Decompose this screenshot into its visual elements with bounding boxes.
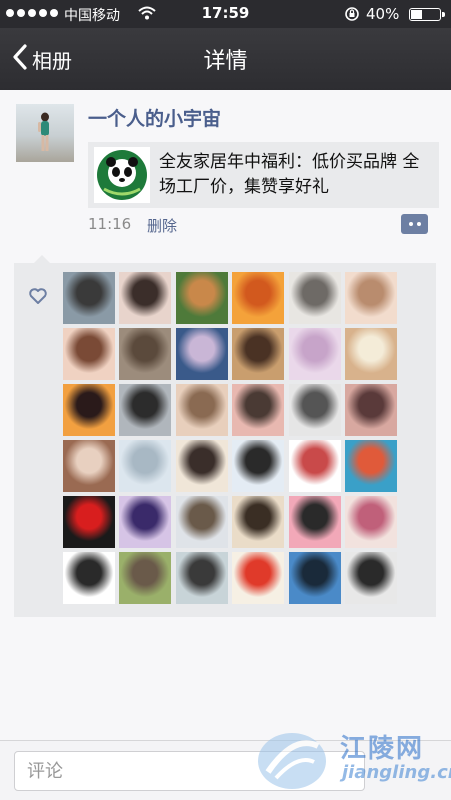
liker-avatar[interactable] [119, 440, 172, 492]
liker-avatar[interactable] [175, 384, 228, 436]
author-name[interactable]: 一个人的小宇宙 [88, 104, 221, 131]
comment-dots-icon[interactable] [401, 214, 428, 234]
liker-avatar[interactable] [232, 272, 285, 324]
liker-avatar[interactable] [344, 552, 397, 604]
liker-avatar[interactable] [63, 440, 115, 492]
panda-logo-icon [94, 147, 150, 203]
liker-avatar[interactable] [344, 496, 397, 548]
liker-avatar[interactable] [288, 328, 341, 380]
comment-input[interactable] [14, 751, 365, 791]
rotation-lock-icon [344, 6, 360, 26]
navigation-bar: 相册 详情 [0, 28, 451, 90]
liker-avatar[interactable] [344, 328, 397, 380]
comment-bar [0, 740, 451, 800]
liker-avatar[interactable] [175, 552, 228, 604]
shared-link-title: 全友家居年中福利：低价买品牌 全场工厂价，集赞享好礼 [159, 152, 420, 197]
liker-avatar[interactable] [119, 496, 172, 548]
heart-outline-icon [28, 287, 48, 309]
liker-avatar[interactable] [344, 384, 397, 436]
liker-avatar[interactable] [288, 384, 341, 436]
status-bar: 中国移动 17:59 40% [0, 0, 451, 28]
post-time: 11:16 [88, 215, 132, 233]
shared-link-card[interactable]: 全友家居年中福利：低价买品牌 全场工厂价，集赞享好礼 [88, 142, 439, 208]
likes-panel [14, 255, 436, 617]
post-detail: 一个人的小宇宙 全友家居年中福利：低价买品牌 全场工厂价，集赞享好礼 11:16… [0, 90, 451, 740]
liker-avatar[interactable] [344, 272, 397, 324]
battery-icon [409, 8, 445, 21]
liker-avatar[interactable] [232, 384, 285, 436]
liker-avatar[interactable] [175, 328, 228, 380]
liker-avatar[interactable] [232, 328, 285, 380]
liker-avatar[interactable] [344, 440, 397, 492]
liker-avatar[interactable] [175, 440, 228, 492]
liker-avatar[interactable] [119, 328, 172, 380]
liker-avatar-grid [63, 272, 397, 604]
liker-avatar[interactable] [288, 496, 341, 548]
liker-avatar[interactable] [119, 272, 172, 324]
liker-avatar[interactable] [288, 552, 341, 604]
liker-avatar[interactable] [63, 496, 115, 548]
liker-avatar[interactable] [119, 384, 172, 436]
back-button[interactable]: 相册 [12, 43, 72, 75]
author-avatar[interactable] [16, 104, 74, 162]
liker-avatar[interactable] [63, 328, 115, 380]
liker-avatar[interactable] [288, 440, 341, 492]
liker-avatar[interactable] [288, 272, 341, 324]
liker-avatar[interactable] [232, 496, 285, 548]
battery-percent: 40% [366, 5, 400, 23]
liker-avatar[interactable] [175, 272, 228, 324]
liker-avatar[interactable] [119, 552, 172, 604]
liker-avatar[interactable] [63, 552, 115, 604]
chevron-left-icon [12, 43, 28, 75]
battery-fill [411, 10, 422, 19]
liker-avatar[interactable] [232, 552, 285, 604]
liker-avatar[interactable] [63, 384, 115, 436]
liker-avatar[interactable] [175, 496, 228, 548]
delete-button[interactable]: 删除 [147, 215, 177, 236]
liker-avatar[interactable] [232, 440, 285, 492]
back-button-label: 相册 [32, 48, 72, 73]
liker-avatar[interactable] [63, 272, 115, 324]
